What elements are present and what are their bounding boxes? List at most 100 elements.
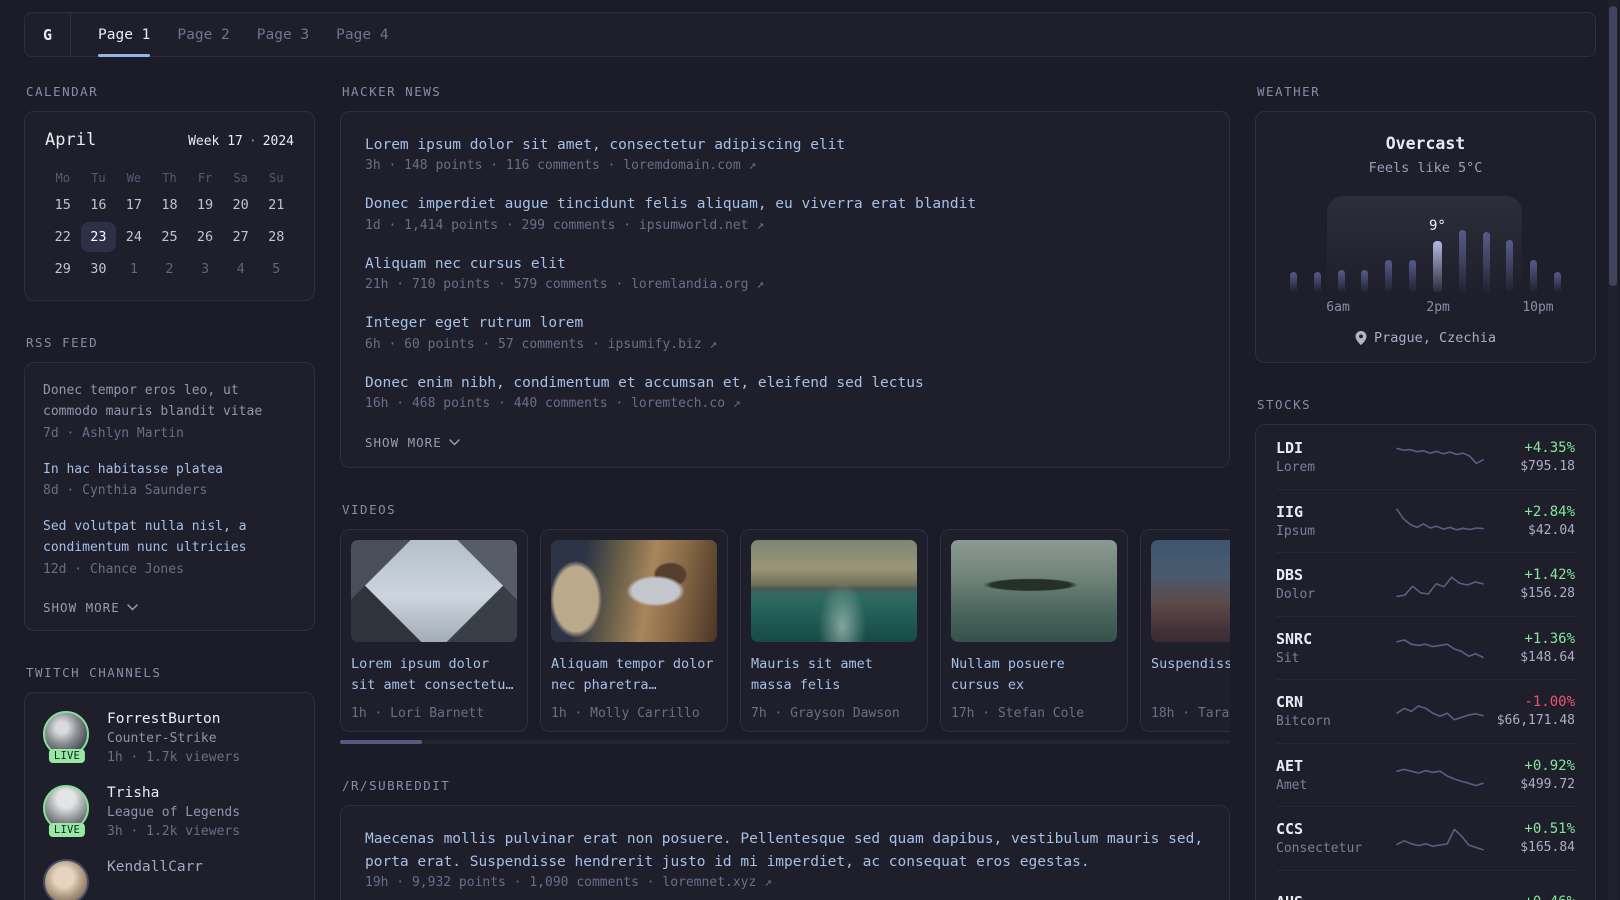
app-logo[interactable]: G: [25, 13, 71, 56]
right-column: WEATHER Overcast Feels like 5°C 9° 6am 2p…: [1255, 84, 1596, 900]
stock-price: $148.64: [1520, 649, 1575, 665]
subreddit-card: Maecenas mollis pulvinar erat non posuer…: [340, 805, 1230, 900]
stock-price: $165.84: [1520, 840, 1575, 856]
stock-id: IIG Ipsum: [1276, 503, 1384, 539]
twitch-channel-name[interactable]: ForrestBurton: [107, 711, 240, 727]
twitch-channel-meta: 1h · 1.7k viewers: [107, 749, 241, 765]
calendar-day: 2: [165, 261, 174, 277]
weather-bar: [1361, 270, 1369, 292]
calendar-day: 27: [232, 229, 249, 245]
list-item: Sed volutpat nulla nisl, a condimentum n…: [43, 517, 296, 577]
video-title[interactable]: Aliquam tempor dolor nec pharetra…: [551, 654, 717, 696]
stock-symbol: CCS: [1276, 820, 1304, 839]
dot-separator: ·: [248, 134, 257, 149]
stock-symbol: DBS: [1276, 566, 1304, 585]
calendar-day: 21: [268, 197, 285, 213]
hn-item-title[interactable]: Aliquam nec cursus elit: [365, 253, 1205, 275]
hn-item-title[interactable]: Donec imperdiet augue tincidunt felis al…: [365, 193, 1205, 215]
stocks-list: LDI Lorem +4.35% $795.18 IIG Ipsum +2.84% $42.0…: [1276, 425, 1575, 900]
twitch-channel-row[interactable]: LIVE ForrestBurton Counter-Strike 1h · 1.7k…: [43, 710, 296, 765]
avatar: [43, 858, 89, 900]
weather-time-label: 6am: [1326, 300, 1350, 315]
stock-row: IIG Ipsum +2.84% $42.04: [1276, 488, 1575, 553]
weather-card: Overcast Feels like 5°C 9° 6am 2pm 10pm Pr…: [1255, 111, 1596, 363]
page-scrollbar[interactable]: [1608, 0, 1618, 900]
weather-bar: [1458, 230, 1466, 292]
hn-item-title[interactable]: Donec enim nibh, condimentum et accumsan…: [365, 372, 1205, 394]
stock-change: +0.51%: [1524, 821, 1575, 838]
stock-sparkline: [1396, 447, 1484, 464]
video-thumbnail-person-in-misty-field: [1151, 540, 1230, 643]
nav-tab-page-1[interactable]: Page 1: [98, 13, 151, 57]
video-title[interactable]: Mauris sit amet massa felis: [751, 654, 917, 696]
video-card[interactable]: Aliquam tempor dolor nec pharetra… 1h · M…: [540, 529, 728, 733]
rss-item-meta: 12d · Chance Jones: [43, 561, 184, 577]
rss-item-title[interactable]: Donec tempor eros leo, ut commodo mauris…: [43, 381, 296, 423]
hn-item-title[interactable]: Lorem ipsum dolor sit amet, consectetur …: [365, 134, 1205, 156]
twitch-channel-name[interactable]: Trisha: [107, 785, 240, 801]
calendar-day: 25: [161, 229, 178, 245]
stock-sparkline: [1396, 828, 1484, 851]
weather-time-labels: 6am 2pm 10pm: [1288, 298, 1563, 318]
videos-widget: VIDEOS Lorem ipsum dolor sit amet consec…: [340, 502, 1230, 745]
stock-price: $156.28: [1520, 586, 1575, 602]
hn-show-more-button[interactable]: SHOW MORE: [365, 435, 460, 450]
stock-sparkline: [1396, 576, 1484, 598]
twitch-channel-meta: 3h · 1.2k viewers: [107, 823, 241, 839]
stock-row: AET Amet +0.92% $499.72: [1276, 742, 1575, 807]
video-card[interactable]: Lorem ipsum dolor sit amet consectetu… 1h…: [340, 529, 528, 733]
twitch-channel-row[interactable]: KendallCarr: [43, 858, 296, 900]
videos-horizontal-scrollbar[interactable]: [340, 740, 1230, 745]
calendar-day: 18: [161, 197, 178, 213]
nav-tab-page-4[interactable]: Page 4: [336, 13, 388, 56]
video-card[interactable]: Nullam posuere cursus ex 17h · Stefan Col…: [940, 529, 1128, 733]
nav-tab-page-3[interactable]: Page 3: [257, 13, 309, 56]
calendar-day: 29: [54, 261, 71, 277]
stock-row: AHS +0.46%: [1276, 869, 1575, 900]
video-title[interactable]: Lorem ipsum dolor sit amet consectetu…: [351, 654, 517, 696]
stocks-card: LDI Lorem +4.35% $795.18 IIG Ipsum +2.84% $42.0…: [1255, 424, 1596, 900]
video-title[interactable]: Nullam posuere cursus ex: [951, 654, 1117, 696]
weather-time-label: 2pm: [1426, 300, 1450, 315]
video-card[interactable]: Mauris sit amet massa felis 7h · Grayson …: [740, 529, 928, 733]
middle-column: HACKER NEWS Lorem ipsum dolor sit amet, …: [340, 84, 1230, 900]
stock-symbol: LDI: [1276, 438, 1304, 457]
stock-id: LDI Lorem: [1276, 439, 1384, 475]
calendar-day-grid: 15 16 17 18 19 20 21 22 23 24 25 26 27 28 29 30 1 2 3 4 5: [45, 190, 294, 284]
avatar-wrap: [43, 858, 91, 900]
stock-sparkline: [1396, 508, 1484, 531]
list-item: Donec imperdiet augue tincidunt felis al…: [365, 193, 1205, 232]
hn-item-title[interactable]: Integer eget rutrum lorem: [365, 312, 1205, 334]
twitch-channel-row[interactable]: LIVE Trisha League of Legends 3h · 1.2k vie…: [43, 784, 296, 839]
videos-scrollbar-thumb[interactable]: [340, 740, 422, 745]
avatar-wrap: LIVE: [43, 710, 91, 763]
rss-item-title[interactable]: In hac habitasse platea: [43, 460, 296, 481]
calendar-day: 24: [125, 229, 143, 245]
video-meta: 18h · Tara: [1151, 706, 1230, 722]
rss-header: RSS FEED: [26, 335, 99, 350]
nav-tabs: Page 1 Page 2 Page 3 Page 4: [71, 13, 389, 57]
weather-bar: [1506, 240, 1514, 292]
stock-name: Consectetur: [1276, 841, 1363, 857]
stock-values: +0.92% $499.72: [1490, 758, 1575, 792]
stock-symbol: AHS: [1276, 893, 1384, 900]
nav-tab-page-2[interactable]: Page 2: [177, 13, 229, 56]
twitch-channel-info: Trisha League of Legends 3h · 1.2k viewers: [107, 785, 240, 839]
video-card[interactable]: Suspendisse diam 18h · Tara: [1140, 529, 1230, 733]
rss-item-title[interactable]: Sed volutpat nulla nisl, a condimentum n…: [43, 517, 296, 559]
weather-widget: WEATHER Overcast Feels like 5°C 9° 6am 2p…: [1255, 84, 1596, 363]
stock-name: Sit: [1276, 650, 1300, 666]
stock-price: $795.18: [1520, 458, 1575, 474]
rss-item-meta: 7d · Ashlyn Martin: [43, 425, 184, 441]
hn-item-meta: 1d · 1,414 points · 299 comments · ipsum…: [365, 217, 765, 233]
stock-change: +1.36%: [1524, 630, 1575, 647]
twitch-channel-name[interactable]: KendallCarr: [107, 859, 203, 875]
hn-item-meta: 16h · 468 points · 440 comments · loremt…: [365, 396, 741, 412]
avatar-wrap: LIVE: [43, 784, 91, 837]
subreddit-post-title[interactable]: Maecenas mollis pulvinar erat non posuer…: [365, 828, 1205, 873]
video-title[interactable]: Suspendisse diam: [1151, 654, 1230, 696]
page-scrollbar-thumb[interactable]: [1609, 6, 1617, 286]
weather-bar: [1530, 260, 1538, 292]
rss-show-more-button[interactable]: SHOW MORE: [43, 600, 138, 615]
video-thumbnail-canoe-on-misty-lake: [951, 540, 1117, 643]
